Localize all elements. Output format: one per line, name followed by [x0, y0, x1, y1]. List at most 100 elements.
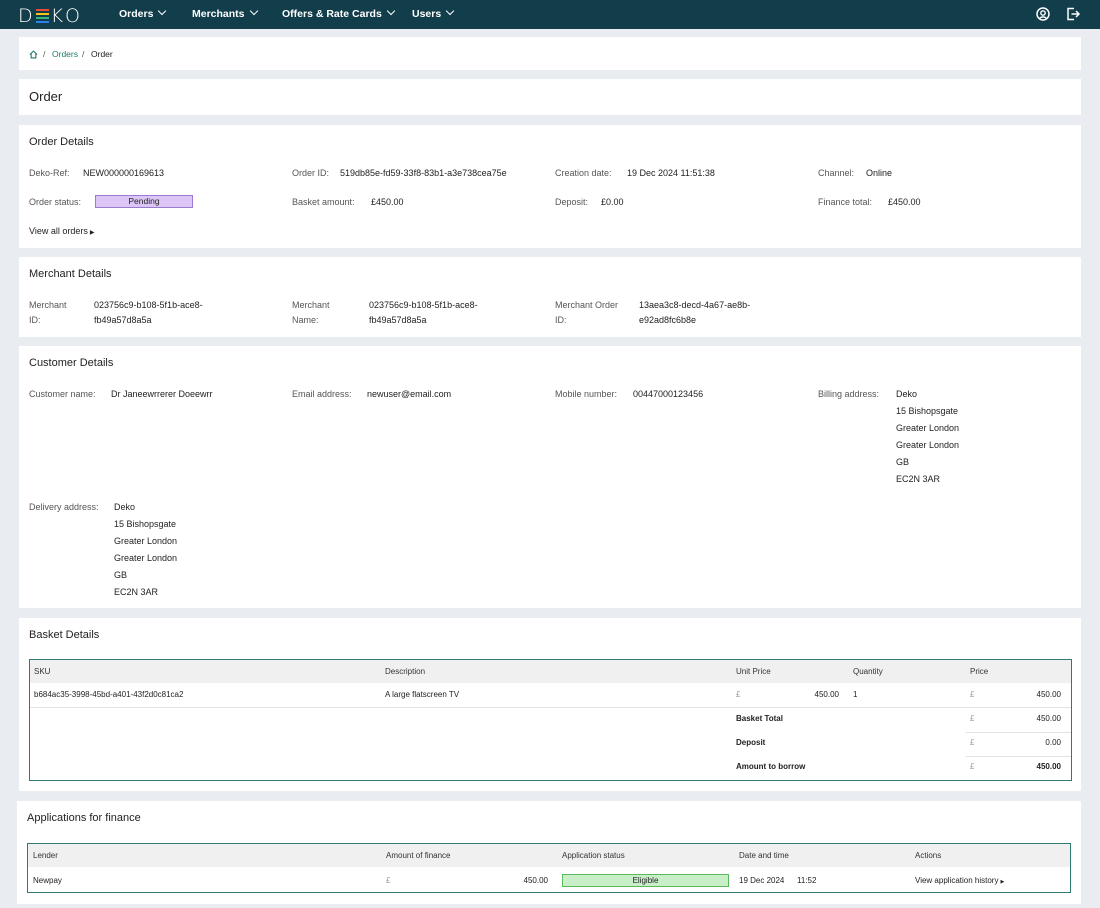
- app-header-amount: Amount of finance: [386, 851, 451, 860]
- basket-description: A large flatscreen TV: [385, 690, 460, 699]
- merchant-name-label: Merchant Name:: [292, 300, 330, 325]
- currency-symbol: £: [970, 762, 975, 771]
- basket-table-header: [30, 660, 1071, 683]
- nav-users[interactable]: Users: [412, 6, 455, 20]
- billing-address-label: Billing address:: [818, 389, 880, 399]
- deposit-value: £0.00: [601, 197, 624, 207]
- customer-details-title: Customer Details: [29, 357, 114, 369]
- email-value: newuser@email.com: [367, 389, 452, 399]
- row-divider: [30, 707, 1071, 708]
- merchant-name-value: 023756c9-b108-5f1b-ace8- fb49a57d8a5a: [369, 300, 478, 325]
- app-date: 19 Dec 2024: [739, 876, 785, 885]
- basket-header-sku: SKU: [34, 667, 51, 676]
- customer-name-label: Customer name:: [29, 389, 96, 399]
- delivery-address-value: Deko 15 Bishopsgate Greater London Greater …: [114, 502, 178, 597]
- basket-total-label: Basket Total: [736, 714, 783, 723]
- logo-e-icon: [35, 8, 49, 23]
- basket-amount-label: Basket amount:: [292, 197, 355, 207]
- currency-symbol: £: [386, 876, 391, 885]
- row-divider: [966, 756, 1071, 757]
- channel-label: Channel:: [818, 168, 855, 178]
- creation-date-value: 19 Dec 2024 11:51:38: [627, 168, 715, 178]
- basket-sku: b684ac35-3998-45bd-a401-43f2d0c81ca2: [34, 690, 184, 699]
- applications-title: Applications for finance: [27, 812, 141, 824]
- app-header-actions: Actions: [915, 851, 942, 860]
- chevron-down-icon: [386, 6, 396, 16]
- basket-amount-value: £450.00: [371, 197, 404, 207]
- order-details-title: Order Details: [29, 136, 94, 148]
- basket-quantity: 1: [853, 690, 858, 699]
- account-icon[interactable]: [1035, 6, 1051, 22]
- order-id-value: 519db85e-fd59-33f8-83b1-a3e738cea75e: [340, 168, 507, 178]
- customer-name-value: Dr Janeewrrerer Doeewrr: [111, 389, 213, 399]
- merchant-id-value: 023756c9-b108-5f1b-ace8- fb49a57d8a5a: [94, 300, 203, 325]
- logout-icon[interactable]: [1065, 6, 1081, 22]
- basket-total-value: 450.00: [1036, 714, 1061, 723]
- amount-to-borrow-label: Amount to borrow: [736, 762, 806, 771]
- page-title-panel: [19, 79, 1081, 115]
- view-application-history-link[interactable]: View application history ▶: [915, 876, 1004, 885]
- channel-value: Online: [866, 168, 893, 178]
- merchant-id-label: Merchant ID:: [29, 300, 67, 325]
- deko-ref-value: NEW000000169613: [83, 168, 165, 178]
- order-id-label: Order ID:: [292, 168, 330, 178]
- app-header-date: Date and time: [739, 851, 789, 860]
- amount-to-borrow-value: 450.00: [1036, 762, 1061, 771]
- chevron-down-icon: [445, 6, 455, 16]
- app-header-status: Application status: [562, 851, 625, 860]
- creation-date-label: Creation date:: [555, 168, 612, 178]
- finance-total-label: Finance total:: [818, 197, 873, 207]
- currency-symbol: £: [736, 690, 741, 699]
- chevron-down-icon: [249, 6, 258, 16]
- breadcrumb-current: Order: [91, 49, 113, 59]
- merchant-order-id-value: 13aea3c8-decd-4a67-ae8b-e92ad8fc6b8e: [639, 300, 751, 325]
- caret-right-icon: ▶: [1000, 879, 1005, 885]
- app-amount: 450.00: [523, 876, 548, 885]
- nav-offers-rate-cards[interactable]: Offers & Rate Cards: [282, 6, 396, 20]
- home-icon[interactable]: [29, 50, 38, 59]
- eligible-badge: Eligible: [562, 874, 729, 887]
- deposit-label: Deposit:: [555, 197, 589, 207]
- deko-ref-label: Deko-Ref:: [29, 168, 70, 178]
- applications-table-header: [28, 844, 1070, 867]
- mobile-value: 00447000123456: [633, 389, 704, 399]
- basket-deposit-label: Deposit: [736, 738, 766, 747]
- basket-price: 450.00: [1036, 690, 1061, 699]
- basket-details-title: Basket Details: [29, 629, 100, 641]
- breadcrumb-separator: /: [43, 49, 46, 59]
- nav-orders[interactable]: Orders: [119, 6, 167, 20]
- basket-header-description: Description: [385, 667, 426, 676]
- basket-header-quantity: Quantity: [853, 667, 883, 676]
- currency-symbol: £: [970, 738, 975, 747]
- basket-header-unit-price: Unit Price: [736, 667, 771, 676]
- breadcrumb-orders-link[interactable]: Orders: [52, 49, 78, 59]
- breadcrumb-separator: /: [82, 49, 85, 59]
- row-divider: [966, 732, 1071, 733]
- finance-total-value: £450.00: [888, 197, 921, 207]
- basket-header-price: Price: [970, 667, 989, 676]
- delivery-address-label: Delivery address:: [29, 502, 99, 512]
- billing-address-value: Deko 15 Bishopsgate Greater London Greater …: [896, 389, 960, 484]
- nav-merchants[interactable]: Merchants: [192, 6, 258, 20]
- basket-deposit-value: 0.00: [1045, 738, 1061, 747]
- app-lender: Newpay: [33, 876, 62, 885]
- caret-right-icon: ▶: [89, 230, 95, 236]
- merchant-details-title: Merchant Details: [29, 268, 112, 280]
- basket-unit-price: 450.00: [814, 690, 839, 699]
- app-header-lender: Lender: [33, 851, 58, 860]
- top-navigation-bar: D KO Orders Merchants Offers & Rate Cards…: [0, 0, 1100, 29]
- page-title: Order: [29, 89, 63, 104]
- status-badge: Pending: [95, 195, 193, 208]
- currency-symbol: £: [970, 690, 975, 699]
- chevron-down-icon: [158, 6, 167, 16]
- deko-logo[interactable]: D KO: [18, 5, 83, 27]
- order-details-panel: [19, 125, 1081, 248]
- mobile-label: Mobile number:: [555, 389, 618, 399]
- breadcrumb: [19, 37, 1081, 70]
- view-all-orders-link[interactable]: View all orders ▶: [29, 224, 95, 241]
- order-status-label: Order status:: [29, 197, 82, 207]
- app-time: 11:52: [797, 876, 817, 885]
- currency-symbol: £: [970, 714, 975, 723]
- email-label: Email address:: [292, 389, 352, 399]
- merchant-order-id-label: Merchant Order ID:: [555, 300, 619, 325]
